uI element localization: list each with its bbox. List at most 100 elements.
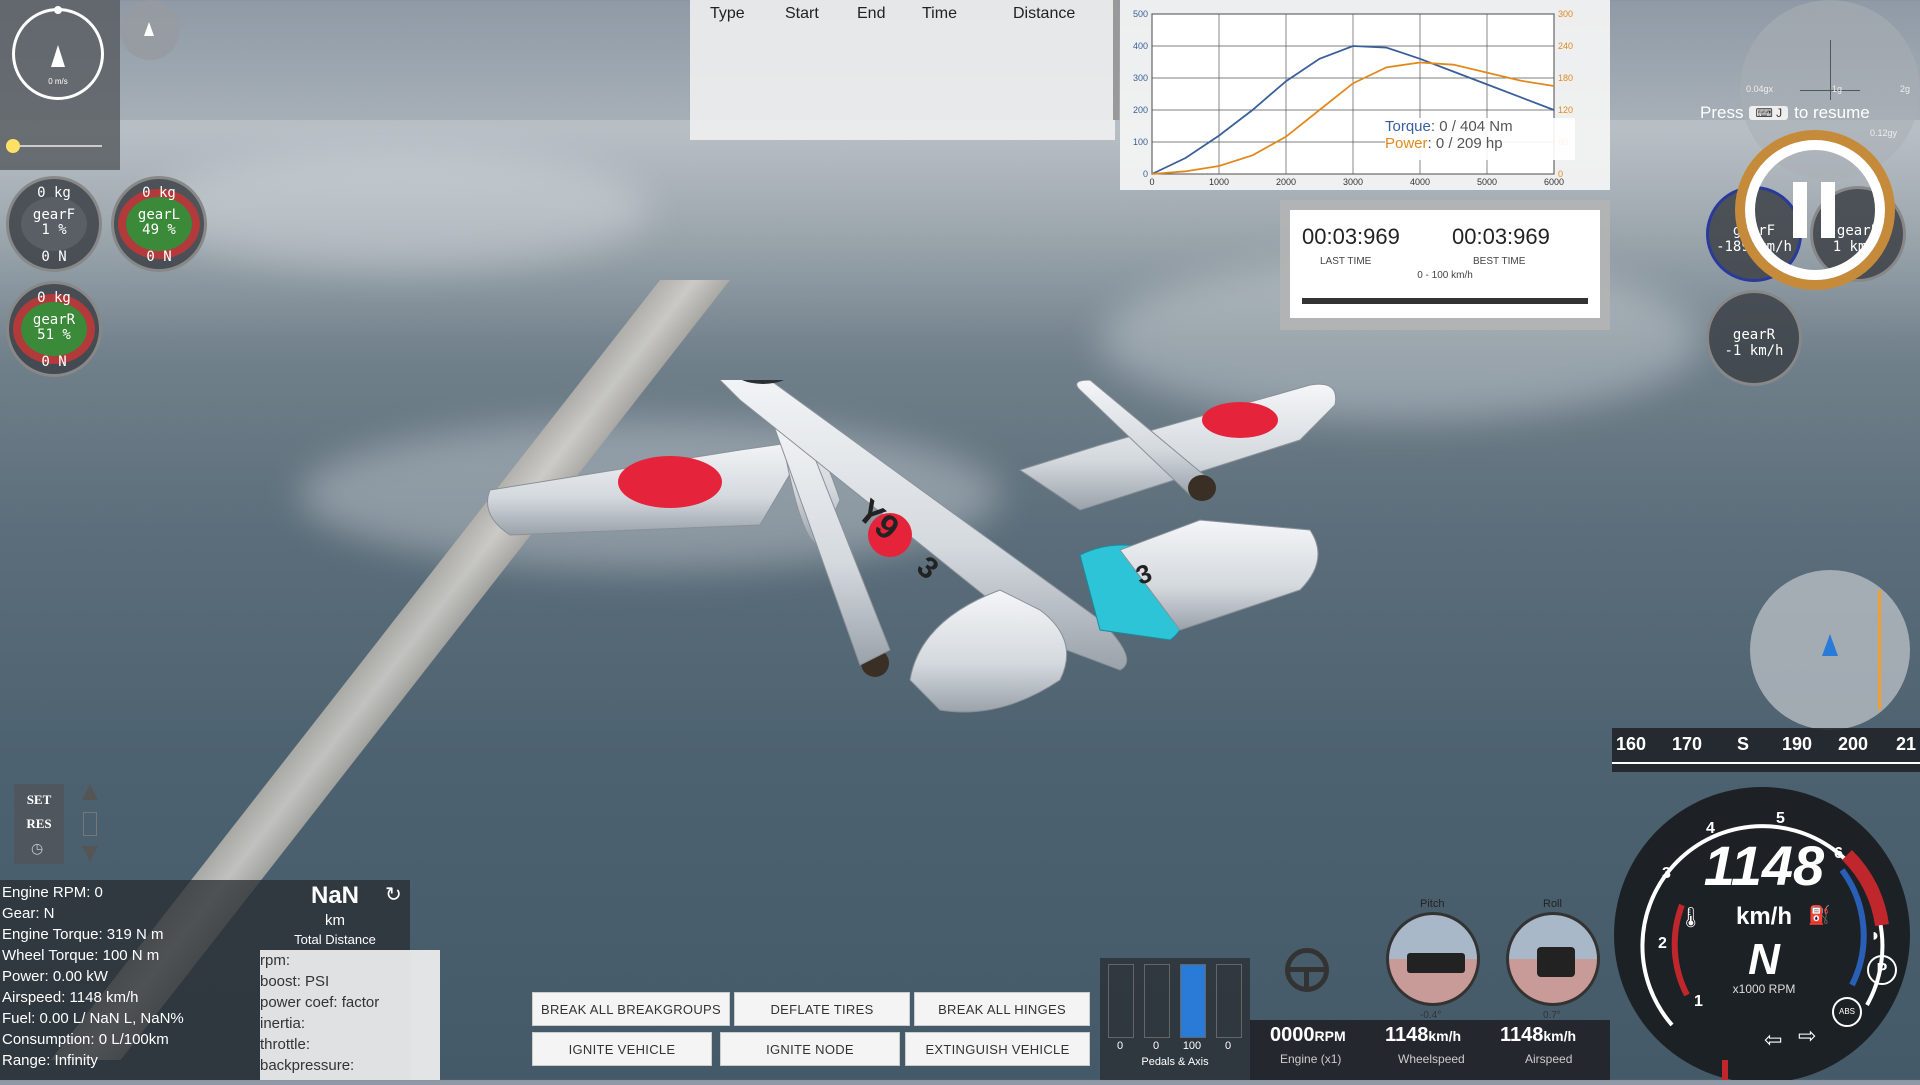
engine-info-backpressure: backpressure: [260, 1057, 355, 1074]
compass-speed: 0 m/s [48, 77, 68, 86]
engine-info-power-coef: power coef: factor [260, 994, 380, 1011]
heading-tick: 160 [1616, 734, 1647, 754]
cruise-res-button[interactable]: RES [14, 816, 64, 832]
truck-front-icon [1537, 947, 1575, 977]
cruise-up-icon[interactable] [82, 784, 98, 800]
chart-xtick-label: 0 [1149, 177, 1154, 187]
stat-airspeed: Airspeed: 1148 km/h [2, 989, 139, 1006]
chart-ytick-right: 120 [1558, 105, 1573, 115]
right-gear-label: gearR [1732, 327, 1776, 343]
chart-ytick-right: 240 [1558, 41, 1573, 51]
readout-bar: 0000RPM Engine (x1) 1148km/h Wheelspeed … [1250, 1020, 1610, 1080]
gforce-y: 0.12gy [1870, 128, 1898, 138]
chart-svg: 0 1000 2000 3000 4000 5000 6000010020030040050… [1133, 9, 1573, 187]
cruise-set-button[interactable]: SET [14, 792, 64, 808]
chart-xtick-label: 2000 [1276, 177, 1296, 187]
ignite-node-button[interactable]: IGNITE NODE [720, 1032, 900, 1066]
compass-panel: 0 m/s [0, 0, 120, 170]
gforce-1g: 1g [1832, 84, 1843, 94]
truck-side-icon [1407, 953, 1465, 973]
ignite-vehicle-button[interactable]: IGNITE VEHICLE [532, 1032, 712, 1066]
heading-tape: 160 170 S 190 200 21 [1612, 728, 1920, 772]
deflate-tires-button[interactable]: DEFLATE TIRES [734, 992, 910, 1026]
legend-torque-key: Torque [1385, 118, 1431, 135]
engine-info-panel: rpm: boost: PSI power coef: factor inert… [260, 950, 440, 1080]
pedal-value: 0 [1224, 1040, 1232, 1052]
turn-right-icon: ⇨ [1798, 1023, 1817, 1048]
table-scrollbar[interactable] [1113, 0, 1119, 120]
pause-button[interactable] [1745, 140, 1885, 280]
airspeed-unit: km/h [1543, 1028, 1577, 1044]
headlight-icon: ◗ [1870, 925, 1881, 945]
gear-bubble-front: 0 kg gearF 1 % 0 N [6, 176, 102, 272]
compass-slider-handle[interactable] [6, 139, 20, 153]
pause-icon [1821, 182, 1835, 238]
roundel [1202, 402, 1278, 438]
gforce-x: 0.04gx [1746, 84, 1774, 94]
wheelspeed-value: 1148 [1385, 1024, 1429, 1046]
chart-ytick-left: 0 [1143, 169, 1148, 179]
table-header-time: Time [922, 5, 957, 22]
stat-wheel-torque: Wheel Torque: 100 N m [2, 947, 160, 964]
player-arrow-icon [1822, 634, 1838, 656]
roll-label: Roll [1543, 898, 1562, 910]
stat-engine-torque: Engine Torque: 319 N m [2, 926, 164, 943]
legend-power-value: : 0 / 209 hp [1427, 135, 1503, 152]
table-header-end: End [857, 5, 886, 22]
break-hinges-button[interactable]: BREAK ALL HINGES [914, 992, 1090, 1026]
rpm-tick: 5 [1776, 810, 1785, 827]
heading-tick: 170 [1672, 734, 1703, 754]
right-gear-rear: gearR -1 km/h [1706, 290, 1802, 386]
cloud [150, 150, 650, 270]
gear-force: 0 N [41, 354, 67, 370]
cruise-down-icon[interactable] [82, 846, 98, 862]
chart-ytick-left: 100 [1133, 137, 1148, 147]
chart-xtick-label: 1000 [1209, 177, 1229, 187]
chart-ytick-right: 0 [1558, 169, 1563, 179]
reset-trip-icon[interactable]: ↻ [385, 882, 402, 907]
radar-track [1878, 590, 1881, 710]
break-breakgroups-button[interactable]: BREAK ALL BREAKGROUPS [532, 992, 730, 1026]
gear-bubble-right: 0 kg gearR 51 % 0 N [6, 281, 102, 377]
engine-info-boost: boost: PSI [260, 973, 330, 990]
extinguish-vehicle-button[interactable]: EXTINGUISH VEHICLE [905, 1032, 1090, 1066]
chart-ytick-left: 400 [1133, 41, 1148, 51]
turn-left-icon: ⇦ [1764, 1027, 1783, 1052]
timer-range: 0 - 100 km/h [1417, 270, 1473, 281]
legend-power-key: Power [1385, 135, 1428, 152]
legend-torque-value: : 0 / 404 Nm [1430, 118, 1513, 135]
gear-label: gearL [137, 207, 181, 223]
heading-arrow-icon [51, 45, 65, 67]
cruise-speed-icon: ◷ [31, 840, 44, 856]
pedal-bar-0 [1108, 964, 1134, 1038]
wheelspeed-label: Wheelspeed [1398, 1052, 1465, 1066]
rpm-label: x1000 RPM [1732, 982, 1796, 996]
gear-mass: 0 kg [142, 185, 176, 201]
pedals-label: Pedals & Axis [1141, 1056, 1209, 1068]
stat-power: Power: 0.00 kW [2, 968, 108, 985]
heading-tick: 190 [1782, 734, 1813, 754]
gforce-2g: 2g [1900, 84, 1911, 94]
heading-tick: 200 [1838, 734, 1869, 754]
resume-key: J [1776, 106, 1783, 120]
abs-icon: ABS [1832, 997, 1862, 1027]
trip-value: NaN [310, 882, 359, 909]
compass-slider-track[interactable] [6, 139, 102, 153]
speedometer: 1 2 3 4 5 6 1148 km/h N x1000 RPM 🌡 ⛽ ◗ … [1612, 775, 1920, 1083]
chart-ytick-right: 300 [1558, 9, 1573, 19]
gear-bubble-left: 0 kg gearL 49 % 0 N [111, 176, 207, 272]
roll-indicator [1506, 912, 1600, 1006]
engine-info-rpm: rpm: [260, 952, 290, 969]
stats-list: Engine RPM: 0 Gear: N Engine Torque: 319… [2, 882, 184, 1071]
chart-ytick-left: 200 [1133, 105, 1148, 115]
trip-unit: km [325, 912, 345, 929]
race-table: Type Start End Time Distance [690, 0, 1115, 140]
airplane: Y9 3 3 [487, 380, 1337, 713]
radar-minimap [1750, 570, 1910, 730]
rpm-value: 0000 [1270, 1024, 1315, 1046]
engine-info-inertia: inertia: [260, 1015, 306, 1032]
gear-pct: 1 % [41, 222, 67, 238]
cruise-bar-icon [83, 812, 97, 836]
roundel [618, 456, 722, 508]
gear-label: gearF [32, 207, 76, 223]
